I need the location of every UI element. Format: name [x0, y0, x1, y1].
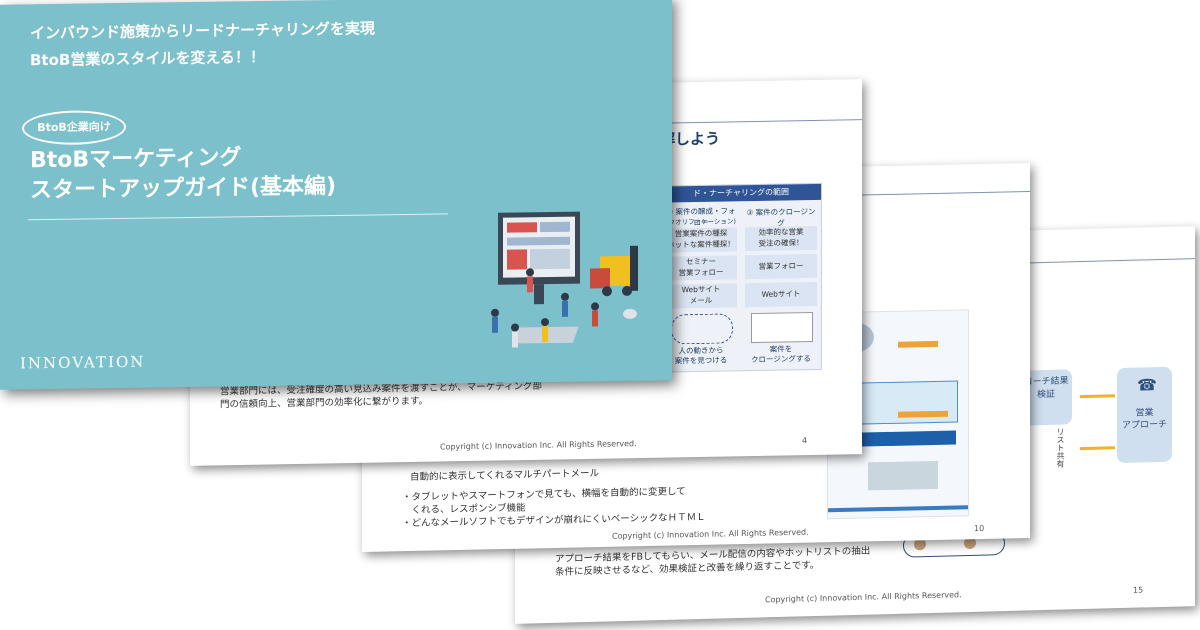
marketing-illustration [491, 211, 638, 348]
cover-tagline: インバウンド施策からリードナーチャリングを実現 [30, 19, 375, 43]
forklift-mast [630, 245, 638, 291]
diagram-col-subheading: (クオリフィケーション) [666, 217, 736, 227]
screen-block [507, 236, 570, 246]
cover-page: インバウンド施策からリードナーチャリングを実現 BtoB営業のスタイルを変える！… [0, 0, 672, 390]
page-number: 10 [974, 523, 985, 534]
closing-flow-diagram [751, 311, 813, 344]
list-share-label: リスト共有 [1056, 427, 1065, 468]
monitor-stand [534, 284, 544, 305]
email-cta-button [898, 410, 948, 418]
screen-block [530, 248, 570, 270]
copyright: Copyright (c) Innovation Inc. All Rights… [440, 439, 637, 452]
person-icon [541, 318, 549, 327]
body-line: 門の信頼向上、営業部門の効率化に繋がります。 [220, 395, 429, 411]
diagram-cell: Webサイト [745, 281, 817, 308]
diagram-cell: 営業案件の種探 ホットな案件種探！ [665, 227, 737, 253]
nurturing-diagram: ド・ナーチャリングの範囲 ② 案件の醸成・フォロー (クオリフィケーション) ③… [660, 182, 822, 373]
crate [590, 268, 610, 289]
body-line: 自動的に表示してくれるマルチパートメール [410, 468, 600, 483]
person-icon [591, 302, 599, 311]
bullet-item: ・タブレットやスマートフォンで見ても、横幅を自動的に変更して [402, 486, 686, 504]
flow-box-sales: ☎ 営業 アプローチ [1117, 366, 1172, 464]
diagram-caption: 案件を クロージングする [751, 344, 811, 365]
email-cta-button [898, 340, 938, 348]
yellow-arrow [1080, 446, 1115, 451]
phone-icon: ☎ [1137, 375, 1157, 395]
speech-bubble: BtoB企業向け [22, 109, 126, 146]
person-icon [527, 276, 533, 293]
person-icon [491, 308, 499, 317]
flow-box-sales-label: 営業 アプローチ [1121, 408, 1167, 432]
screen-block [540, 221, 570, 233]
diagram-cell: 効率的な営業 受注の確保！ [745, 225, 817, 252]
cover-tagline: BtoB営業のスタイルを変える！！ [30, 47, 265, 70]
diagram-cell: Webサイト メール [665, 283, 737, 309]
cycle-diagram [671, 313, 733, 345]
email-image [868, 460, 938, 491]
person-icon [592, 310, 598, 327]
person-icon [512, 331, 518, 348]
person-icon [561, 292, 569, 301]
diagram-banner: ド・ナーチャリングの範囲 [661, 183, 821, 203]
person-icon [562, 300, 568, 317]
flow-box-result-label: ローチ結果 検証 [1023, 376, 1069, 401]
mouse-icon [623, 308, 637, 319]
page-number: 15 [1133, 585, 1144, 595]
company-logo: INNOVATION [20, 352, 146, 373]
screen-block [507, 222, 537, 233]
email-footer-bar [828, 505, 968, 513]
diagram-cell: 営業フォロー [745, 253, 817, 280]
screen-block [507, 249, 527, 270]
cover-divider [28, 213, 448, 221]
diagram-cell: セミナー 営業フォロー [665, 255, 737, 281]
person-icon [542, 326, 548, 343]
copyright: Copyright (c) Innovation Inc. All Rights… [765, 590, 962, 605]
cover-title: スタートアップガイド(基本編) [30, 173, 337, 204]
page-number: 4 [802, 436, 808, 446]
person-icon [492, 316, 498, 333]
wheel [622, 285, 632, 296]
yellow-arrow [1080, 394, 1115, 399]
diagram-caption: 人の動きから 案件を見つける [674, 345, 728, 366]
copyright: Copyright (c) Innovation Inc. All Rights… [612, 527, 809, 541]
